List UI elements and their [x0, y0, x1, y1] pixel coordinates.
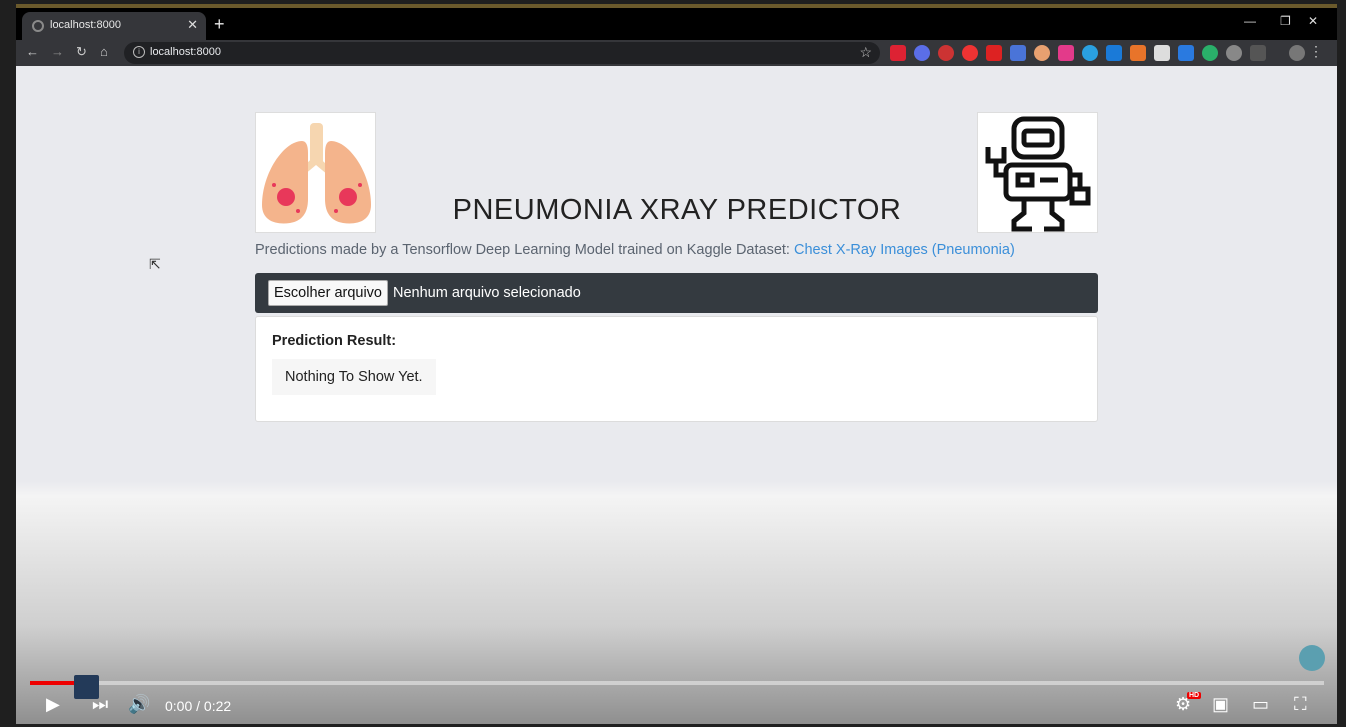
- choose-file-button[interactable]: Escolher arquivo: [268, 280, 388, 306]
- forward-icon[interactable]: →: [51, 44, 64, 59]
- extension-icon[interactable]: [1130, 45, 1146, 61]
- extension-icon[interactable]: [1106, 45, 1122, 61]
- volume-icon[interactable]: 🔊: [128, 694, 150, 715]
- result-heading: Prediction Result:: [272, 333, 397, 349]
- mouse-cursor-icon: ⇱: [149, 256, 161, 272]
- video-progress-fill: [30, 681, 76, 685]
- theater-icon[interactable]: ▭: [1252, 694, 1269, 715]
- home-icon[interactable]: ⌂: [100, 44, 108, 59]
- extensions-area: [890, 45, 1266, 61]
- translate-icon[interactable]: [1010, 45, 1026, 61]
- tab-title: localhost:8000: [50, 19, 121, 31]
- extension-icon[interactable]: [914, 45, 930, 61]
- hd-badge: HD: [1187, 692, 1202, 699]
- back-icon[interactable]: ←: [26, 44, 39, 59]
- subtitle-text: Predictions made by a Tensorflow Deep Le…: [255, 242, 794, 258]
- extension-icon[interactable]: [986, 45, 1002, 61]
- extension-icon[interactable]: [1202, 45, 1218, 61]
- fullscreen-icon[interactable]: ⛶: [1294, 694, 1307, 715]
- video-progress-bar[interactable]: [30, 681, 1324, 685]
- address-url: localhost:8000: [150, 46, 221, 58]
- time-display: 0:00 / 0:22: [165, 698, 232, 714]
- upload-bar: Escolher arquivo Nenhum arquivo selecion…: [255, 273, 1098, 313]
- play-icon[interactable]: ▶: [46, 694, 60, 715]
- new-tab-icon[interactable]: +: [214, 14, 225, 35]
- browser-toolbar: ← → ↻ ⌂ i localhost:8000 ☆ ⋮: [16, 40, 1337, 66]
- minimize-icon[interactable]: —: [1244, 14, 1256, 28]
- restore-icon[interactable]: ❐: [1280, 14, 1291, 28]
- channel-avatar[interactable]: [1299, 645, 1325, 671]
- screen: localhost:8000 ✕ + — ❐ ✕ ← → ↻ ⌂ i local…: [16, 4, 1337, 724]
- extension-icon[interactable]: [962, 45, 978, 61]
- robot-icon: [977, 112, 1098, 233]
- extension-icon[interactable]: [1226, 45, 1242, 61]
- extension-icon[interactable]: [1034, 45, 1050, 61]
- close-window-icon[interactable]: ✕: [1308, 14, 1318, 28]
- lungs-icon: [255, 112, 376, 233]
- address-bar[interactable]: i localhost:8000 ☆: [124, 42, 880, 64]
- web-page: PNEUMONIA XRAY PREDICTOR Predictions mad…: [16, 66, 1337, 724]
- file-status-label: Nenhum arquivo selecionado: [393, 285, 581, 301]
- bookmark-star-icon[interactable]: ☆: [859, 44, 872, 61]
- extension-icon[interactable]: [1082, 45, 1098, 61]
- page-title: PNEUMONIA XRAY PREDICTOR: [452, 194, 902, 226]
- notion-icon[interactable]: [1154, 45, 1170, 61]
- browser-menu-icon[interactable]: ⋮: [1309, 43, 1323, 60]
- download-icon[interactable]: [1178, 45, 1194, 61]
- extension-icon[interactable]: [1058, 45, 1074, 61]
- close-tab-icon[interactable]: ✕: [187, 17, 198, 33]
- miniplayer-icon[interactable]: ▣: [1212, 694, 1229, 715]
- extension-icon[interactable]: [938, 45, 954, 61]
- result-card: Prediction Result: Nothing To Show Yet.: [255, 316, 1098, 422]
- next-icon[interactable]: ⏭: [92, 694, 108, 715]
- reload-icon[interactable]: ↻: [76, 44, 87, 60]
- globe-icon: [32, 20, 44, 32]
- extension-icon[interactable]: [890, 45, 906, 61]
- video-controls: ▶ ⏭ 🔊 0:00 / 0:22 ⚙ HD ▣ ▭ ⛶: [16, 688, 1337, 724]
- browser-tab[interactable]: localhost:8000 ✕: [22, 12, 206, 40]
- browser-tab-strip: localhost:8000 ✕ + — ❐ ✕: [16, 8, 1337, 40]
- profile-avatar[interactable]: [1289, 45, 1305, 61]
- extension-icon[interactable]: [1250, 45, 1266, 61]
- subtitle: Predictions made by a Tensorflow Deep Le…: [255, 242, 1015, 258]
- site-info-icon[interactable]: i: [133, 46, 145, 58]
- dataset-link[interactable]: Chest X-Ray Images (Pneumonia): [794, 242, 1015, 258]
- result-value: Nothing To Show Yet.: [272, 359, 436, 395]
